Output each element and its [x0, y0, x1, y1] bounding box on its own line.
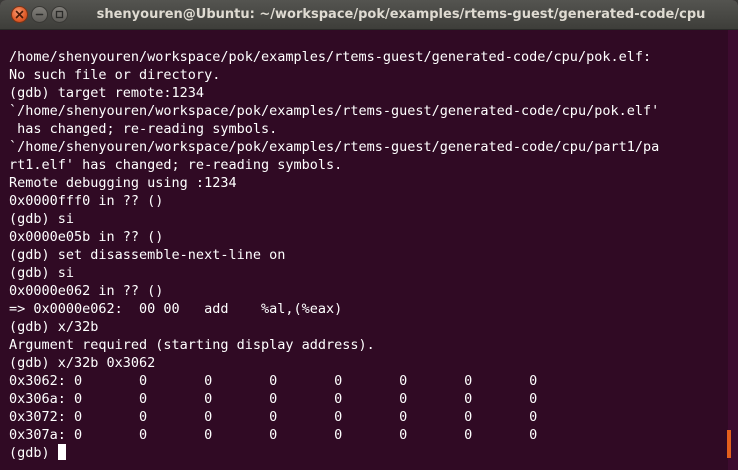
terminal-output[interactable]: /home/shenyouren/workspace/pok/examples/… — [0, 30, 728, 470]
terminal-line: /home/shenyouren/workspace/pok/examples/… — [9, 49, 652, 65]
terminal-line: (gdb) set disassemble-next-line on — [9, 247, 286, 263]
terminal-line: Remote debugging using :1234 — [9, 175, 237, 191]
maximize-icon — [55, 10, 64, 19]
terminal-line: Argument required (starting display addr… — [9, 337, 375, 353]
title-bar[interactable]: shenyouren@Ubuntu: ~/workspace/pok/examp… — [0, 0, 738, 30]
terminal-line: `/home/shenyouren/workspace/pok/examples… — [9, 139, 660, 155]
terminal-line: `/home/shenyouren/workspace/pok/examples… — [9, 103, 660, 119]
terminal-line: 0x307a: 0 0 0 0 0 0 0 0 — [9, 427, 538, 443]
terminal-line: => 0x0000e062: 00 00 add %al,(%eax) — [9, 301, 343, 317]
close-button[interactable] — [11, 6, 28, 23]
terminal-line: 0x0000fff0 in ?? () — [9, 193, 164, 209]
terminal-line: has changed; re-reading symbols. — [9, 121, 278, 137]
terminal-line: (gdb) si — [9, 265, 75, 281]
close-icon — [15, 10, 24, 19]
terminal-window: shenyouren@Ubuntu: ~/workspace/pok/examp… — [0, 0, 738, 470]
text-cursor — [57, 444, 66, 460]
terminal-line: (gdb) si — [9, 211, 75, 227]
minimize-button[interactable] — [31, 6, 48, 23]
scrollbar-thumb[interactable] — [727, 430, 731, 458]
gdb-prompt: (gdb) — [9, 445, 58, 461]
terminal-line: 0x3072: 0 0 0 0 0 0 0 0 — [9, 409, 538, 425]
prompt-line[interactable]: (gdb) — [9, 444, 659, 462]
terminal-line: rt1.elf' has changed; re-reading symbols… — [9, 157, 343, 173]
scrollbar-track[interactable] — [728, 30, 738, 470]
terminal-line: 0x0000e062 in ?? () — [9, 283, 164, 299]
terminal-line: (gdb) x/32b — [9, 319, 99, 335]
terminal-line: (gdb) target remote:1234 — [9, 85, 205, 101]
terminal-line: 0x306a: 0 0 0 0 0 0 0 0 — [9, 391, 538, 407]
minimize-icon — [35, 13, 44, 16]
terminal-line: (gdb) x/32b 0x3062 — [9, 355, 156, 371]
terminal-line: 0x0000e05b in ?? () — [9, 229, 164, 245]
terminal-line: No such file or directory. — [9, 67, 221, 83]
terminal-lines: /home/shenyouren/workspace/pok/examples/… — [9, 48, 659, 462]
terminal-line: 0x3062: 0 0 0 0 0 0 0 0 — [9, 373, 538, 389]
maximize-button[interactable] — [51, 6, 68, 23]
window-title: shenyouren@Ubuntu: ~/workspace/pok/examp… — [96, 7, 706, 22]
